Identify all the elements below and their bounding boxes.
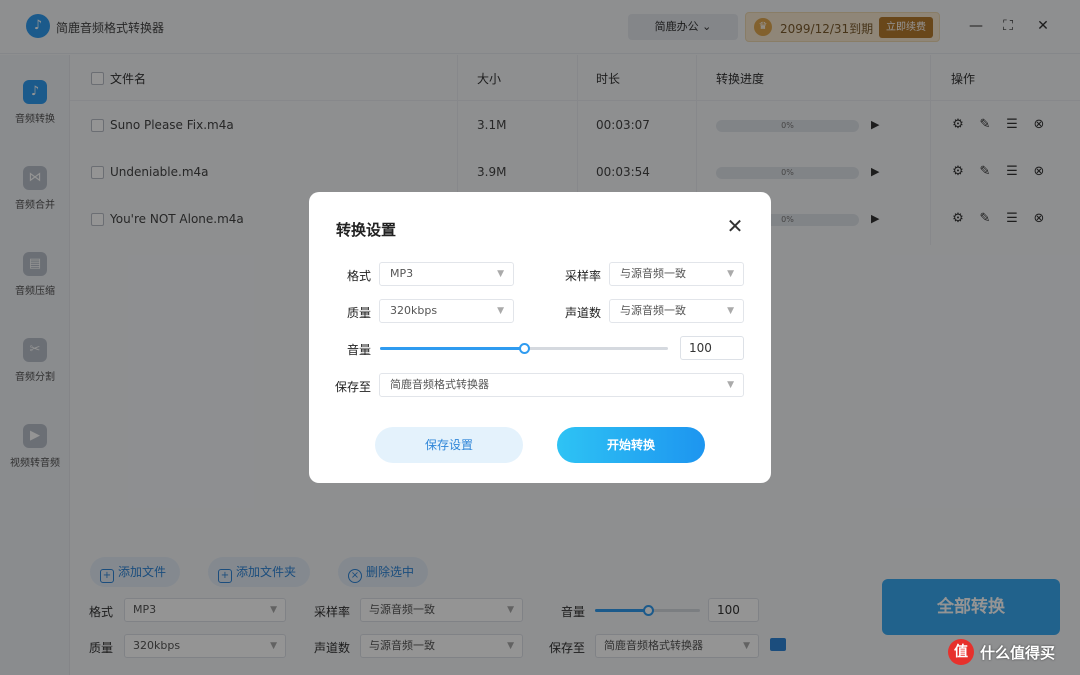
dropdown-arrow-icon: ▼ [497, 269, 504, 279]
volume-label: 音量 [347, 343, 372, 357]
quality-select[interactable]: 320kbps ▼ [379, 299, 514, 323]
dropdown-arrow-icon: ▼ [727, 269, 734, 279]
volume-input[interactable]: 100 [680, 336, 744, 360]
watermark: 值 什么值得买 [948, 636, 1078, 668]
channels-label: 声道数 [565, 306, 602, 320]
dropdown-arrow-icon: ▼ [497, 306, 504, 316]
dialog-title: 转换设置 [336, 221, 397, 239]
volume-slider-fill [380, 347, 524, 350]
quality-value: 320kbps [390, 304, 438, 317]
watermark-text: 什么值得买 [980, 644, 1056, 662]
channels-value: 与源音频一致 [620, 304, 686, 317]
saveto-select[interactable]: 简鹿音频格式转换器 ▼ [379, 373, 744, 397]
saveto-label: 保存至 [335, 380, 372, 394]
dropdown-arrow-icon: ▼ [727, 306, 734, 316]
format-value: MP3 [390, 267, 414, 280]
save-settings-button[interactable]: 保存设置 [375, 427, 523, 463]
format-label: 格式 [347, 269, 372, 283]
close-icon[interactable]: ✕ [725, 214, 745, 238]
samplerate-value: 与源音频一致 [620, 267, 686, 280]
watermark-badge: 值 [948, 639, 974, 665]
channels-select[interactable]: 与源音频一致 ▼ [609, 299, 744, 323]
format-select[interactable]: MP3 ▼ [379, 262, 514, 286]
convert-settings-dialog: 转换设置 ✕ 格式 MP3 ▼ 采样率 与源音频一致 ▼ 质量 320kbps ▼ 声… [309, 192, 771, 483]
saveto-value: 简鹿音频格式转换器 [390, 378, 489, 391]
quality-label: 质量 [347, 306, 372, 320]
samplerate-label: 采样率 [565, 269, 602, 283]
start-convert-button[interactable]: 开始转换 [557, 427, 705, 463]
volume-slider-handle[interactable] [519, 343, 530, 354]
samplerate-select[interactable]: 与源音频一致 ▼ [609, 262, 744, 286]
dropdown-arrow-icon: ▼ [727, 380, 734, 390]
volume-slider[interactable] [380, 343, 668, 354]
